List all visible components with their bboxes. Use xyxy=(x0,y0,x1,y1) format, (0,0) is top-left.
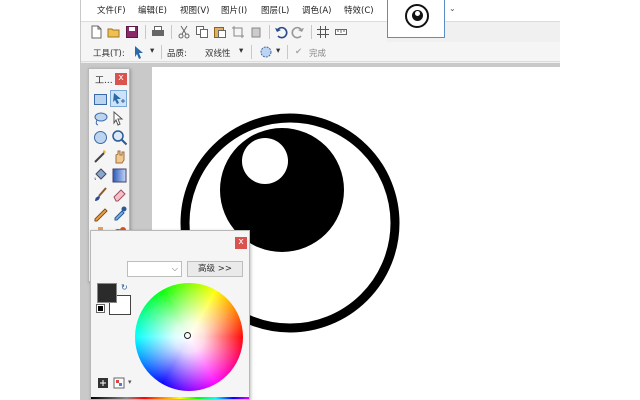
copy-icon[interactable] xyxy=(195,25,209,39)
palette-menu-icon[interactable] xyxy=(113,377,125,389)
image-tab-thumbnail[interactable] xyxy=(387,0,445,38)
primary-color-swatch[interactable] xyxy=(97,283,117,303)
color-wheel-picker[interactable] xyxy=(184,332,191,339)
selection-mode-chevron-icon[interactable]: ▾ xyxy=(276,46,280,56)
colors-panel-close-button[interactable]: x xyxy=(235,237,247,249)
zoom-icon[interactable] xyxy=(111,129,128,146)
gradient-icon[interactable] xyxy=(111,167,128,184)
new-file-icon[interactable] xyxy=(89,25,103,39)
menu-adjustments[interactable]: 调色(A) xyxy=(302,4,331,18)
color-picker-icon[interactable] xyxy=(111,205,128,222)
ruler-icon[interactable] xyxy=(334,25,348,39)
color-wheel[interactable] xyxy=(135,283,243,391)
undo-icon[interactable] xyxy=(274,25,288,39)
move-selected-icon[interactable] xyxy=(133,45,147,59)
paint-bucket-icon[interactable] xyxy=(92,167,109,184)
redo-icon[interactable] xyxy=(291,25,305,39)
quality-label: 品质: xyxy=(167,49,187,59)
tool-options-bar: 工具(T): ▾ 品质: 双线性 ▾ ▾ ✔ 完成 xyxy=(81,42,560,62)
palette-dropdown-chevron-icon: ⌵ xyxy=(171,264,178,273)
lasso-icon[interactable] xyxy=(92,110,109,127)
main-toolbar xyxy=(81,22,387,42)
magic-wand-icon[interactable] xyxy=(92,148,109,165)
reset-colors-icon[interactable] xyxy=(96,304,105,313)
menu-edit[interactable]: 编辑(E) xyxy=(138,4,167,18)
tools-panel-title: 工... xyxy=(95,76,113,86)
menu-view[interactable]: 视图(V) xyxy=(180,4,209,18)
quality-dropdown[interactable]: 双线性 xyxy=(205,47,231,59)
tool-label: 工具(T): xyxy=(93,49,125,59)
print-icon[interactable] xyxy=(151,25,165,39)
eraser-icon[interactable] xyxy=(111,186,128,203)
menu-bar: 文件(F) 编辑(E) 视图(V) 图片(I) 图层(L) 调色(A) 特效(C… xyxy=(81,0,560,22)
menu-image[interactable]: 图片(I) xyxy=(221,4,247,18)
move-selection-tool[interactable] xyxy=(110,90,127,107)
menu-file[interactable]: 文件(F) xyxy=(97,4,126,18)
tools-panel-close-button[interactable]: x xyxy=(115,73,127,85)
save-icon[interactable] xyxy=(125,25,139,39)
colors-panel: x ⌵ 高级 >> ↻ ▾ xyxy=(90,230,250,400)
quality-chevron-icon[interactable]: ▾ xyxy=(239,46,243,56)
menu-effects[interactable]: 特效(C) xyxy=(344,4,374,18)
rectangle-select-icon[interactable] xyxy=(92,91,109,108)
palette-menu-chevron-icon[interactable]: ▾ xyxy=(128,378,132,386)
eye-thumbnail-icon xyxy=(405,4,429,28)
advanced-button[interactable]: 高级 >> xyxy=(187,261,243,277)
paintbrush-icon[interactable] xyxy=(92,186,109,203)
pencil-icon[interactable] xyxy=(92,205,109,222)
finish-button[interactable]: 完成 xyxy=(309,47,326,59)
paste-icon[interactable] xyxy=(213,25,227,39)
menu-layers[interactable]: 图层(L) xyxy=(261,4,289,18)
palette-dropdown[interactable]: ⌵ xyxy=(127,261,182,277)
crop-icon[interactable] xyxy=(231,25,245,39)
selection-mode-icon[interactable] xyxy=(259,45,273,59)
ellipse-select-icon[interactable] xyxy=(92,129,109,146)
check-icon: ✔ xyxy=(295,47,303,57)
open-file-icon[interactable] xyxy=(107,25,121,39)
add-palette-color-icon[interactable] xyxy=(97,377,109,389)
pan-hand-icon[interactable] xyxy=(111,148,128,165)
delete-icon[interactable] xyxy=(249,25,263,39)
move-selected-icon[interactable] xyxy=(111,110,128,127)
grid-icon[interactable] xyxy=(316,25,330,39)
swap-colors-icon[interactable]: ↻ xyxy=(121,283,128,292)
tool-dropdown-chevron-icon[interactable]: ▾ xyxy=(150,46,154,56)
move-selection-icon xyxy=(113,93,125,104)
tab-list-chevron-icon[interactable]: ⌄ xyxy=(449,4,456,13)
cut-icon[interactable] xyxy=(177,25,191,39)
